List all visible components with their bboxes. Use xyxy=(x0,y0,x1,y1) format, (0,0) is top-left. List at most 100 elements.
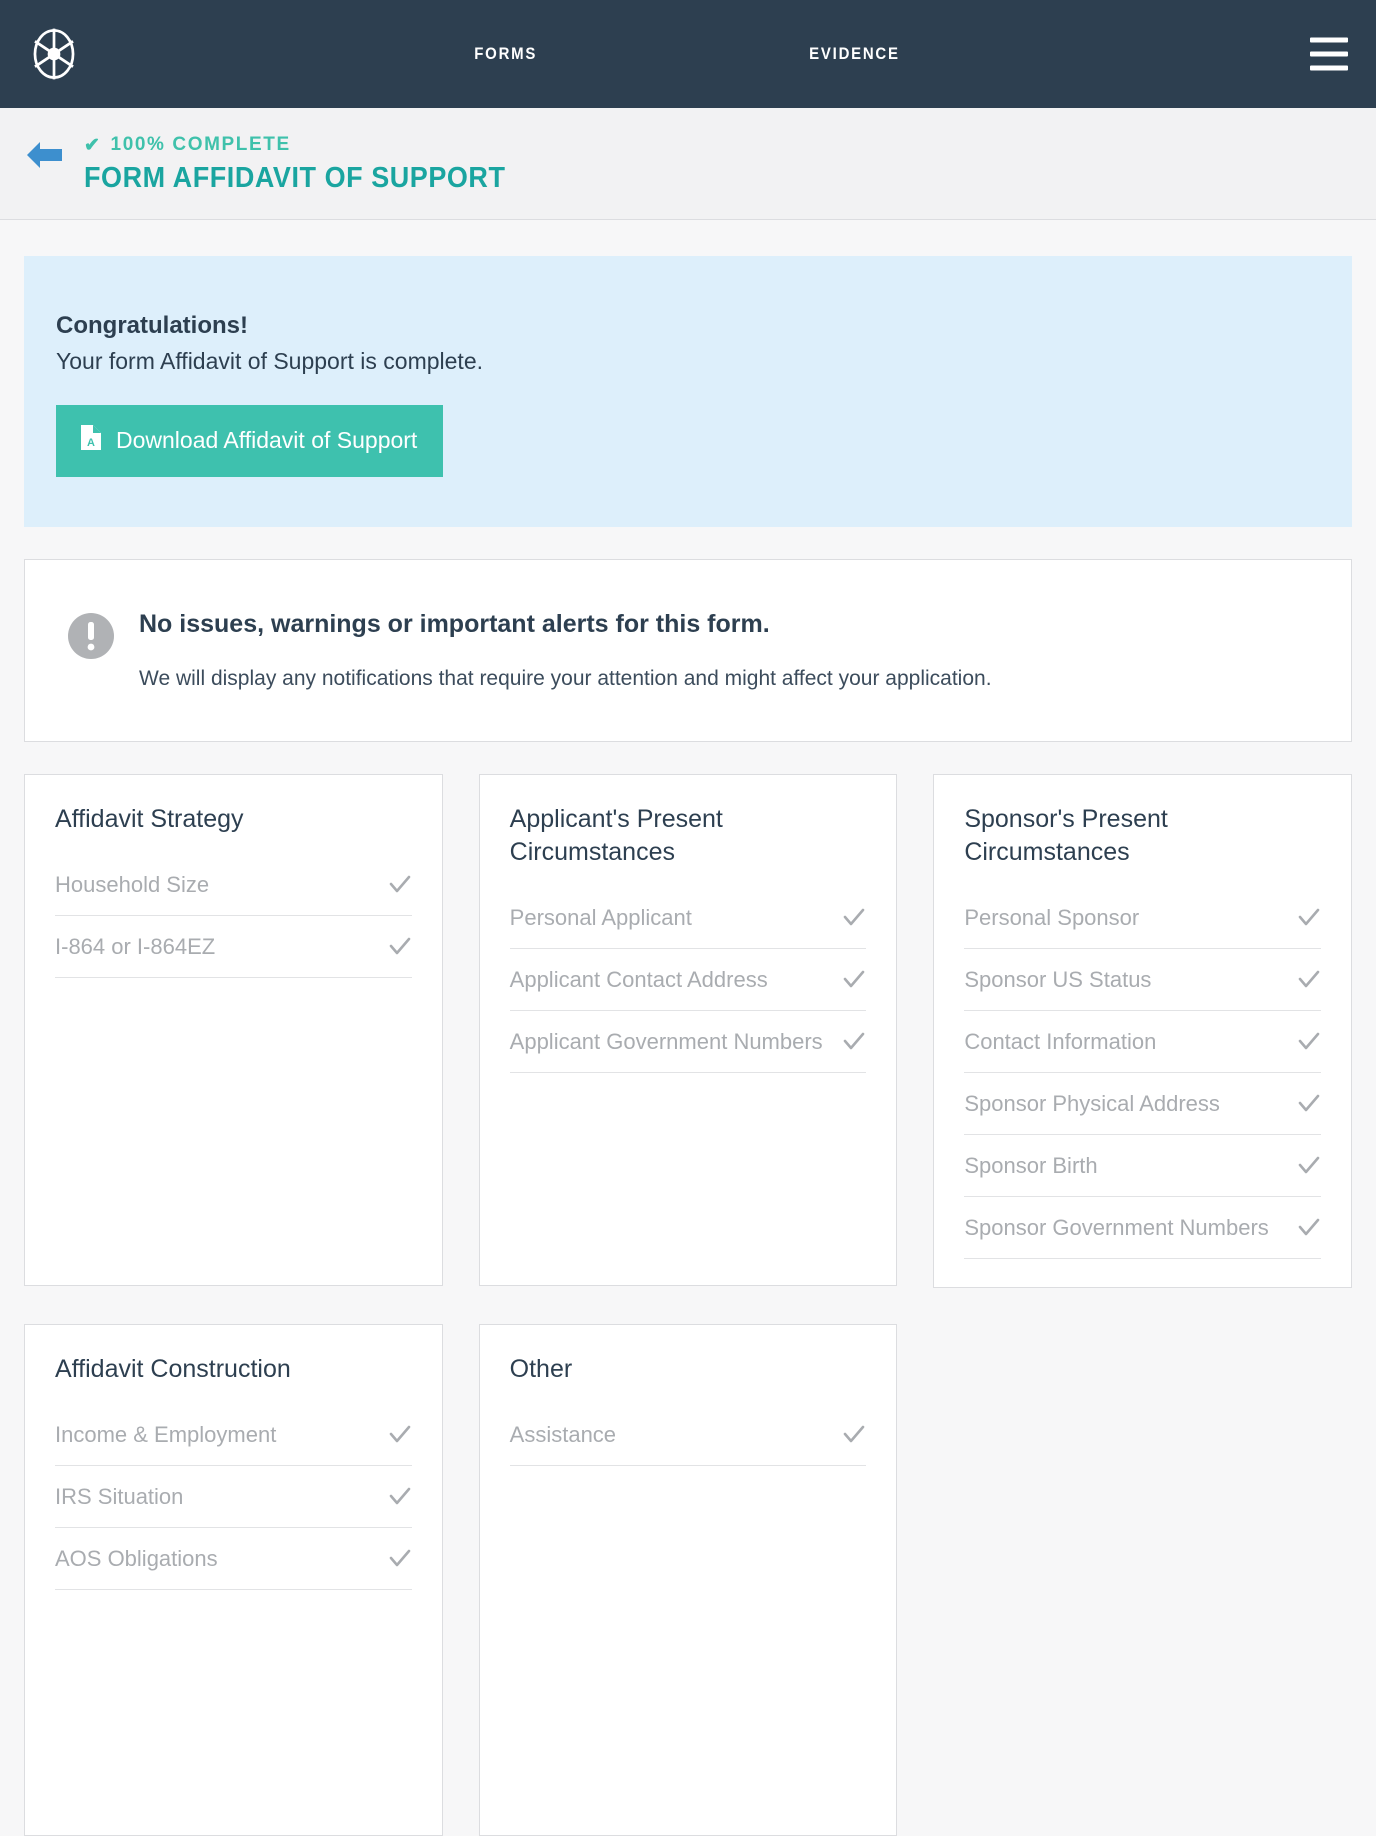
section-item-label: IRS Situation xyxy=(55,1484,184,1509)
check-icon-svg xyxy=(1298,1156,1320,1173)
notifications-body: We will display any notifications that r… xyxy=(139,667,992,690)
section-card-title: Applicant's Present Circumstances xyxy=(509,805,723,866)
section-item-irs-situation[interactable]: IRS Situation xyxy=(55,1466,412,1528)
section-item-label: I-864 or I-864EZ xyxy=(55,934,216,959)
section-card-title: Other xyxy=(509,1355,573,1383)
section-item-label: Contact Information xyxy=(964,1029,1157,1054)
section-item-label: Applicant Government Numbers xyxy=(509,1029,823,1054)
section-item-label: Sponsor Birth xyxy=(964,1153,1098,1178)
section-item-list: Personal Applicant Applicant Contact Add… xyxy=(509,887,867,1073)
section-item-income-employment[interactable]: Income & Employment xyxy=(55,1404,412,1466)
check-icon xyxy=(1297,906,1321,930)
download-affidavit-button[interactable]: A Download Affidavit of Support xyxy=(56,405,444,477)
section-item-i-864-or-i-864ez[interactable]: I-864 or I-864EZ xyxy=(55,916,412,978)
hamburger-bar xyxy=(1310,51,1348,57)
section-item-label: AOS Obligations xyxy=(55,1546,218,1571)
check-icon-svg xyxy=(1298,1094,1320,1111)
check-icon xyxy=(1297,968,1321,992)
check-icon xyxy=(842,1423,866,1447)
section-item-applicant-contact-address[interactable]: Applicant Contact Address xyxy=(509,949,867,1011)
section-card-sponsor-s-present-circumstances: Sponsor's Present Circumstances Personal… xyxy=(933,774,1352,1288)
exclamation-circle-icon-svg xyxy=(68,613,114,659)
section-card-title: Sponsor's Present Circumstances xyxy=(964,805,1168,866)
form-subheader: ✔ 100% COMPLETE FORM AFFIDAVIT OF SUPPOR… xyxy=(0,108,1376,220)
section-item-list: Household Size I-864 or I-864EZ xyxy=(55,854,412,978)
notifications-text-block: No issues, warnings or important alerts … xyxy=(139,610,992,691)
check-icon xyxy=(1297,1154,1321,1178)
section-item-sponsor-us-status[interactable]: Sponsor US Status xyxy=(964,949,1321,1011)
notifications-title: No issues, warnings or important alerts … xyxy=(139,610,770,638)
main-nav: FORMS EVIDENCE xyxy=(0,44,1376,64)
section-card-grid: Affidavit Strategy Household Size I-864 … xyxy=(24,774,1352,1836)
section-item-sponsor-physical-address[interactable]: Sponsor Physical Address xyxy=(964,1073,1321,1135)
section-card-title: Affidavit Construction xyxy=(55,1355,291,1383)
back-arrow-icon-svg xyxy=(27,142,62,168)
check-icon-svg xyxy=(844,1032,865,1049)
section-item-list: Personal Sponsor Sponsor US Status Conta… xyxy=(964,887,1321,1259)
section-item-label: Applicant Contact Address xyxy=(509,967,768,992)
nav-link-evidence[interactable]: EVIDENCE xyxy=(809,44,900,64)
svg-text:A: A xyxy=(87,437,95,449)
congratulations-banner: Congratulations! Your form Affidavit of … xyxy=(24,256,1352,527)
congratulations-heading: Congratulations! xyxy=(56,312,248,339)
hamburger-bar xyxy=(1310,37,1348,43)
section-item-label: Sponsor US Status xyxy=(964,967,1152,992)
check-icon xyxy=(388,873,412,897)
check-icon xyxy=(842,1030,866,1054)
download-button-label: Download Affidavit of Support xyxy=(116,427,418,453)
check-icon xyxy=(1297,1092,1321,1116)
section-item-assistance[interactable]: Assistance xyxy=(509,1404,867,1466)
check-icon xyxy=(1297,1030,1321,1054)
section-card-affidavit-strategy: Affidavit Strategy Household Size I-864 … xyxy=(24,774,443,1286)
check-icon xyxy=(388,1485,412,1509)
section-item-personal-sponsor[interactable]: Personal Sponsor xyxy=(964,887,1321,949)
section-item-sponsor-birth[interactable]: Sponsor Birth xyxy=(964,1135,1321,1197)
section-item-label: Assistance xyxy=(509,1422,617,1447)
section-item-contact-information[interactable]: Contact Information xyxy=(964,1011,1321,1073)
section-card-other: Other Assistance xyxy=(478,1324,898,1836)
section-item-label: Income & Employment xyxy=(55,1422,277,1447)
progress-label: 100% COMPLETE xyxy=(110,134,291,155)
section-item-list: Income & Employment IRS Situation AOS Ob… xyxy=(55,1404,412,1590)
main-content: Congratulations! Your form Affidavit of … xyxy=(0,220,1376,1836)
section-item-sponsor-government-numbers[interactable]: Sponsor Government Numbers xyxy=(964,1197,1321,1259)
check-icon-svg xyxy=(389,875,410,892)
check-icon xyxy=(388,1547,412,1571)
section-item-applicant-government-numbers[interactable]: Applicant Government Numbers xyxy=(509,1011,867,1073)
pdf-file-icon-svg: A xyxy=(81,425,101,450)
check-icon-svg xyxy=(844,1425,865,1442)
section-card-title: Affidavit Strategy xyxy=(55,805,244,833)
check-icon-svg xyxy=(1298,908,1320,925)
ship-wheel-icon[interactable] xyxy=(22,22,86,86)
section-item-personal-applicant[interactable]: Personal Applicant xyxy=(509,887,867,949)
hamburger-menu-icon[interactable] xyxy=(1310,37,1348,71)
section-item-label: Sponsor Government Numbers xyxy=(964,1215,1269,1240)
section-item-label: Personal Applicant xyxy=(509,905,692,930)
section-item-list: Assistance xyxy=(509,1404,867,1466)
top-navigation-bar: FORMS EVIDENCE xyxy=(0,0,1376,108)
check-icon xyxy=(842,906,866,930)
section-item-label: Sponsor Physical Address xyxy=(964,1091,1220,1116)
exclamation-circle-icon xyxy=(67,612,115,665)
back-arrow-icon[interactable] xyxy=(24,140,70,175)
subheader-text-block: ✔ 100% COMPLETE FORM AFFIDAVIT OF SUPPOR… xyxy=(84,134,537,195)
section-item-aos-obligations[interactable]: AOS Obligations xyxy=(55,1528,412,1590)
check-icon-svg xyxy=(1298,1032,1320,1049)
nav-link-forms[interactable]: FORMS xyxy=(474,44,537,64)
check-icon-svg xyxy=(1298,1218,1320,1235)
pdf-file-icon: A xyxy=(80,424,102,457)
ship-wheel-icon-svg xyxy=(33,28,75,80)
section-item-label: Personal Sponsor xyxy=(964,905,1140,930)
notifications-card: No issues, warnings or important alerts … xyxy=(24,559,1352,742)
check-icon-svg xyxy=(389,1549,410,1566)
check-icon-svg xyxy=(389,1425,410,1442)
page-title: FORM AFFIDAVIT OF SUPPORT xyxy=(84,162,506,194)
check-icon-svg xyxy=(389,1487,410,1504)
check-icon: ✔ xyxy=(84,134,102,156)
check-icon xyxy=(842,968,866,992)
check-icon-svg xyxy=(389,937,410,954)
section-item-household-size[interactable]: Household Size xyxy=(55,854,412,916)
progress-status: ✔ 100% COMPLETE xyxy=(84,134,537,156)
check-icon-svg xyxy=(844,970,865,987)
congratulations-message: Your form Affidavit of Support is comple… xyxy=(56,348,484,374)
